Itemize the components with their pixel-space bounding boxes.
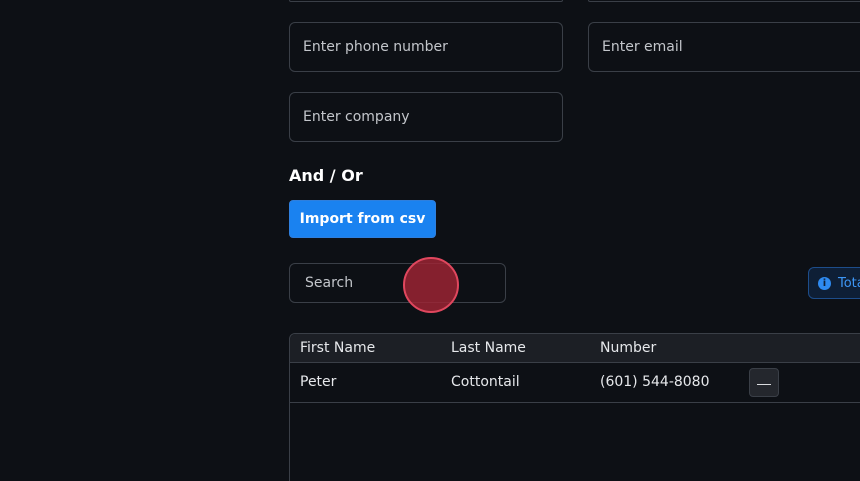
phone-field[interactable]	[289, 22, 563, 72]
first-name-cell: Peter	[300, 374, 337, 390]
column-header-first-name: First Name	[300, 340, 376, 356]
column-header-number: Number	[600, 340, 657, 356]
contacts-page: And / Or Import from csv i Tota First Na…	[0, 0, 860, 481]
column-header-last-name: Last Name	[451, 340, 526, 356]
and-or-heading: And / Or	[289, 166, 363, 185]
import-csv-button[interactable]: Import from csv	[289, 200, 436, 238]
email-field[interactable]	[588, 22, 860, 72]
info-icon: i	[818, 276, 831, 290]
contacts-table: First Name Last Name Number Peter Cotton…	[289, 333, 860, 481]
remove-row-button[interactable]: —	[749, 368, 779, 397]
table-row: Peter Cottontail (601) 544-8080 —	[290, 363, 860, 403]
total-badge: i Tota	[808, 267, 860, 299]
previous-field-bottom-edge	[289, 0, 563, 2]
search-input[interactable]	[289, 263, 506, 303]
number-cell: (601) 544-8080	[600, 374, 710, 390]
previous-field-bottom-edge	[588, 0, 860, 2]
last-name-cell: Cottontail	[451, 374, 520, 390]
company-field[interactable]	[289, 92, 563, 142]
table-header: First Name Last Name Number	[290, 334, 860, 363]
total-label: Tota	[838, 275, 860, 291]
